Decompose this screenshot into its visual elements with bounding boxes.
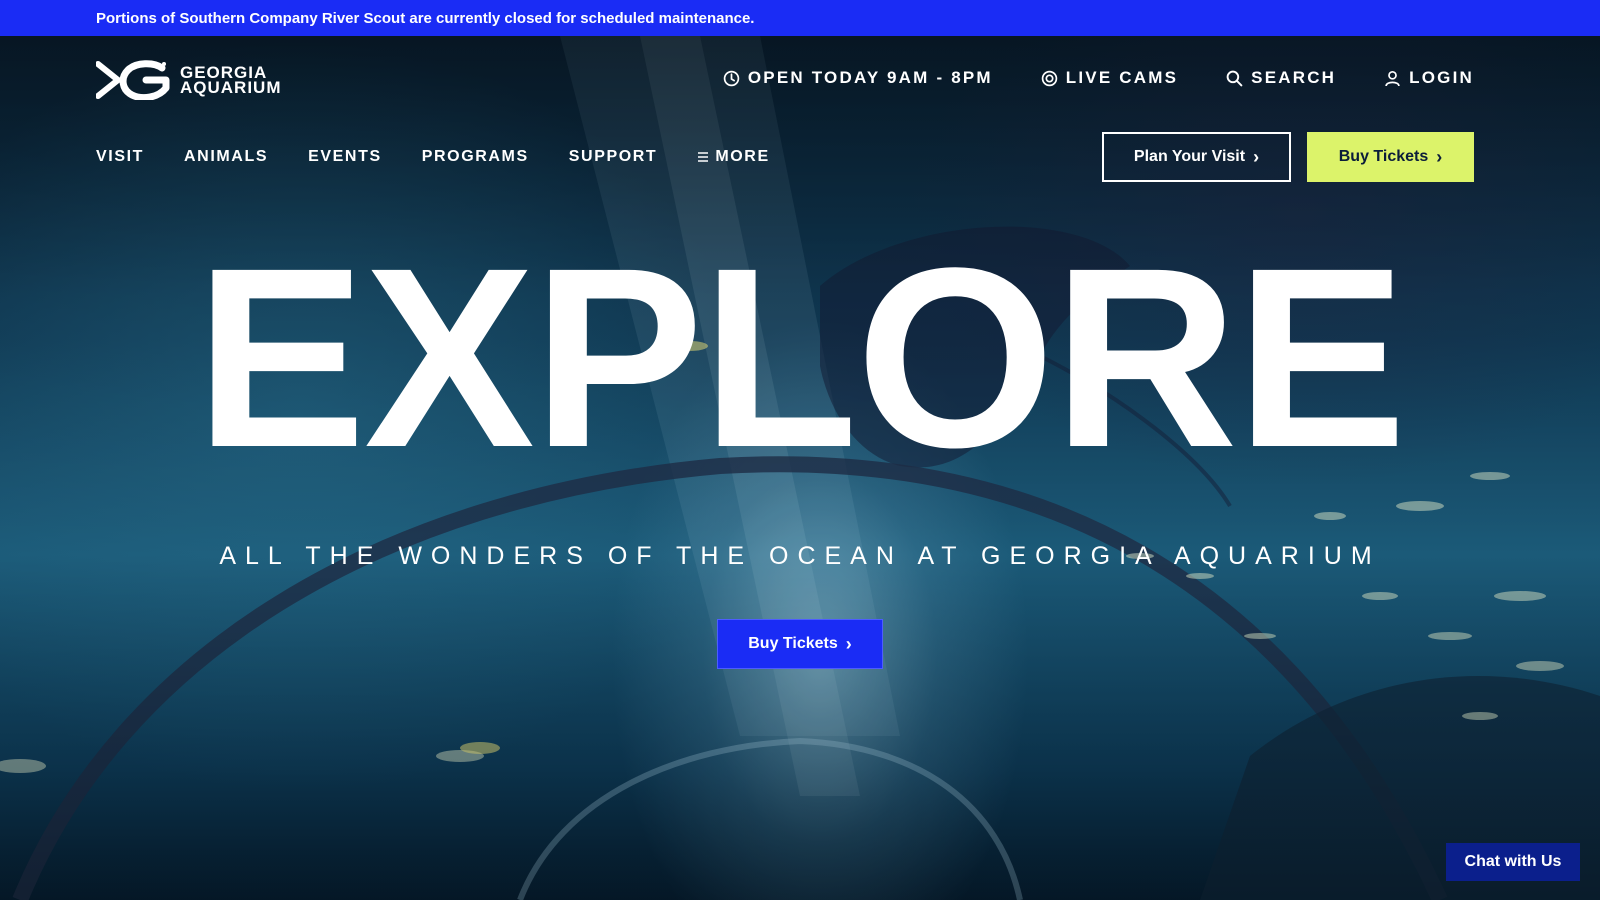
chat-with-us-button[interactable]: Chat with Us bbox=[1446, 843, 1580, 881]
nav-item-label: VISIT bbox=[96, 148, 145, 165]
nav-item-animals[interactable]: ANIMALS bbox=[184, 148, 268, 166]
hero-headline: EXPLORE bbox=[195, 215, 1406, 501]
live-cams-label: LIVE CAMS bbox=[1065, 68, 1179, 87]
maintenance-alert-banner: Portions of Southern Company River Scout… bbox=[0, 0, 1600, 36]
plan-your-visit-label: Plan Your Visit bbox=[1133, 148, 1246, 165]
clock-icon bbox=[723, 70, 740, 86]
hero-tagline: ALL THE WONDERS OF THE OCEAN AT GEORGIA … bbox=[219, 542, 1381, 570]
nav-item-label: MORE bbox=[715, 148, 770, 165]
hours-link[interactable]: OPEN TODAY 9AM - 8PM bbox=[723, 68, 993, 88]
nav-item-label: ANIMALS bbox=[184, 148, 269, 165]
nav-item-visit[interactable]: VISIT bbox=[96, 148, 144, 166]
nav-item-programs[interactable]: PROGRAMS bbox=[422, 148, 529, 166]
live-cams-link[interactable]: LIVE CAMS bbox=[1041, 68, 1178, 88]
search-link[interactable]: SEARCH bbox=[1226, 68, 1336, 88]
alert-text: Portions of Southern Company River Scout… bbox=[96, 9, 755, 27]
hero-buy-tickets-button[interactable]: Buy Tickets › bbox=[717, 619, 883, 669]
nav-item-events[interactable]: EVENTS bbox=[308, 148, 382, 166]
chat-label: Chat with Us bbox=[1464, 853, 1562, 870]
chevron-right-icon: › bbox=[1436, 147, 1443, 167]
user-icon bbox=[1385, 70, 1400, 86]
logo-wordmark: GEORGIA AQUARIUM bbox=[180, 64, 282, 97]
search-icon bbox=[1226, 70, 1243, 86]
header-buy-tickets-button[interactable]: Buy Tickets › bbox=[1307, 132, 1474, 182]
nav-item-label: SUPPORT bbox=[568, 148, 658, 165]
hours-label: OPEN TODAY 9AM - 8PM bbox=[747, 68, 993, 87]
search-label: SEARCH bbox=[1251, 68, 1337, 87]
chevron-right-icon: › bbox=[1253, 147, 1260, 167]
nav-item-support[interactable]: SUPPORT bbox=[569, 148, 658, 166]
camera-icon bbox=[1041, 70, 1058, 86]
main-navigation: VISIT ANIMALS EVENTS PROGRAMS SUPPORT MO… bbox=[96, 148, 770, 166]
header-buy-tickets-label: Buy Tickets bbox=[1338, 148, 1429, 165]
chevron-right-icon: › bbox=[845, 634, 852, 654]
hero-buy-tickets-label: Buy Tickets bbox=[748, 635, 838, 652]
nav-item-more[interactable]: MORE bbox=[697, 148, 769, 166]
header-cta-group: Plan Your Visit › Buy Tickets › bbox=[1102, 132, 1474, 182]
login-link[interactable]: LOGIN bbox=[1384, 68, 1474, 88]
utility-navigation: OPEN TODAY 9AM - 8PM LIVE CAMS SEARCH LO… bbox=[723, 68, 1474, 88]
georgia-aquarium-logo[interactable]: GEORGIA AQUARIUM bbox=[96, 60, 282, 100]
nav-item-label: PROGRAMS bbox=[421, 148, 529, 165]
logo-line-2: AQUARIUM bbox=[180, 78, 282, 97]
fish-g-logo-icon bbox=[96, 60, 170, 100]
plan-your-visit-button[interactable]: Plan Your Visit › bbox=[1102, 132, 1291, 182]
hamburger-icon bbox=[698, 152, 709, 162]
login-label: LOGIN bbox=[1409, 68, 1474, 87]
nav-item-label: EVENTS bbox=[308, 148, 382, 165]
